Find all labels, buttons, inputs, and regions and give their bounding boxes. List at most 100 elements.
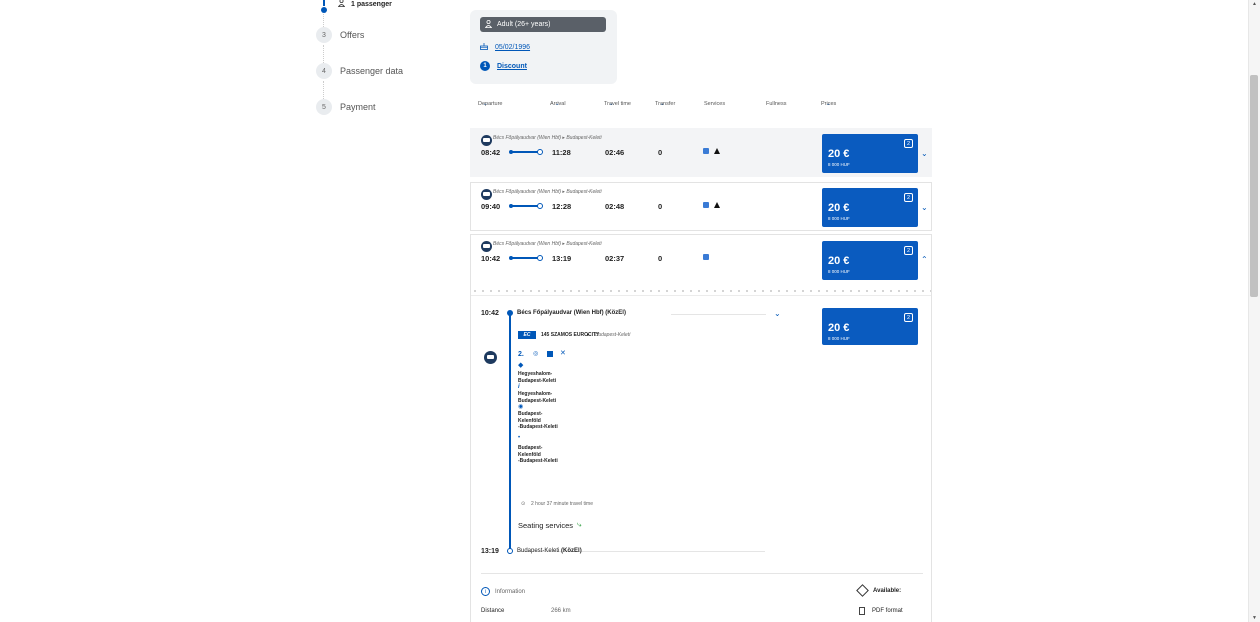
arrival-station-name: Budapest-Keleti xyxy=(517,548,560,554)
train-icon xyxy=(484,351,497,364)
timeline-end-dot xyxy=(507,548,513,554)
offer-card[interactable]: Bécs Főpályaudvar (Wien Hbf) ▸ Budapest-… xyxy=(471,235,931,284)
distance-label: Distance xyxy=(481,608,505,614)
price-eur: 20 € xyxy=(828,202,850,214)
scroll-up-icon[interactable]: ▲ xyxy=(1252,1,1257,7)
chevron-down-icon[interactable]: ⌄ xyxy=(774,309,781,318)
price-huf: 8 000 HUF xyxy=(828,269,850,274)
eurocity-badge: EC xyxy=(518,331,536,339)
sort-prices[interactable]: Prices ⌄ xyxy=(821,101,836,107)
segment-name: Budapest- Kelenföld -Budapest-Keleti xyxy=(518,445,558,464)
arrival-station: Budapest-Keleti (KözEl) xyxy=(517,548,582,554)
information-label: Information xyxy=(495,588,526,595)
price-huf: 8 000 HUF xyxy=(828,336,850,341)
expand-chevron-icon[interactable]: ⌄ xyxy=(921,149,928,158)
step-passenger-data[interactable]: 4 Passenger data xyxy=(316,63,403,79)
passenger-type-button[interactable]: Adult (26+ years) xyxy=(480,17,606,32)
document-icon xyxy=(859,607,865,615)
travel-time: 02:48 xyxy=(605,202,625,211)
price-huf: 8 000 HUF xyxy=(828,216,850,221)
expand-chevron-icon[interactable]: ⌄ xyxy=(921,203,928,212)
birth-date-link[interactable]: 05/02/1996 xyxy=(480,42,607,52)
expanded-offer: Bécs Főpályaudvar (Wien Hbf) ▸ Budapest-… xyxy=(470,234,932,622)
segment-name: Hegyeshalom- Budapest-Keleti xyxy=(518,391,557,404)
offer-count-badge: 2 xyxy=(904,139,913,148)
discount-link[interactable]: 1 Discount xyxy=(480,61,607,71)
seat-reservation-icon xyxy=(703,254,709,260)
divider xyxy=(471,295,931,296)
information-section[interactable]: i Information xyxy=(481,587,525,596)
scroll-down-icon[interactable]: ▼ xyxy=(1252,615,1257,621)
journey-line xyxy=(509,149,543,155)
offer-count-badge: 2 xyxy=(904,313,913,322)
seat-reservation-icon xyxy=(547,351,553,357)
passenger-type-label: Adult (26+ years) xyxy=(497,21,551,28)
travel-time: 02:46 xyxy=(605,148,625,157)
sort-departure[interactable]: Departure ⌄ xyxy=(478,101,502,107)
scrollbar-thumb[interactable] xyxy=(1250,75,1258,297)
offer-count-badge: 2 xyxy=(904,246,913,255)
bicycle-icon: ◆ xyxy=(518,362,524,369)
divider xyxy=(481,573,923,574)
price-button[interactable]: 20 € 8 000 HUF 2 xyxy=(822,241,918,280)
sort-transfer[interactable]: Transfer ⌄ xyxy=(655,101,675,107)
sort-travel-time[interactable]: Travel time ⌄ xyxy=(604,101,631,107)
step-offers[interactable]: 3 Offers xyxy=(316,27,364,43)
offer-card[interactable]: Bécs Főpályaudvar (Wien Hbf) ▸ Budapest-… xyxy=(470,182,932,231)
sort-arrival[interactable]: Arrival ⌄ xyxy=(550,101,566,107)
step-connector xyxy=(323,45,324,63)
person-icon xyxy=(484,19,493,30)
segment-name: Budapest- Kelenföld -Budapest-Keleti xyxy=(518,411,558,430)
discount-count-badge: 1 xyxy=(480,61,490,71)
passenger-count[interactable]: 1 passenger xyxy=(337,0,392,9)
price-eur: 20 € xyxy=(828,322,850,334)
price-button[interactable]: 20 € 8 000 HUF 2 xyxy=(822,188,918,227)
ticket-icon xyxy=(856,584,869,597)
distance-value: 266 km xyxy=(551,608,571,614)
seating-services: Seating services xyxy=(518,521,574,530)
divider xyxy=(671,314,766,315)
segment-name: Hegyeshalom- Budapest-Keleti xyxy=(518,371,557,384)
price-button[interactable]: 20 € 8 000 HUF 2 xyxy=(822,134,918,173)
pdf-format-option[interactable]: PDF format xyxy=(859,607,903,615)
offer-route: Bécs Főpályaudvar (Wien Hbf) ▸ Budapest-… xyxy=(493,189,602,195)
header-services: Services xyxy=(704,101,726,107)
seat-reservation-icon xyxy=(703,148,709,154)
arrival-time: 11:28 xyxy=(552,148,571,157)
train-destination: Budapest-Keleti xyxy=(595,332,631,338)
step-number: 5 xyxy=(316,99,332,115)
seat-reservation-icon xyxy=(703,202,709,208)
journey-line xyxy=(509,255,543,261)
available-label: Available: xyxy=(873,587,902,594)
step-connector xyxy=(323,81,324,99)
step-number: 3 xyxy=(316,27,332,43)
discount-label: Discount xyxy=(497,62,527,70)
departure-time: 10:42 xyxy=(481,254,501,263)
train-icon xyxy=(481,241,492,252)
price-eur: 20 € xyxy=(828,255,850,267)
arrival-station-suffix: (KözEl) xyxy=(561,548,582,554)
vertical-scrollbar[interactable]: ▲ ▼ xyxy=(1248,0,1260,622)
seat-icon: ⤷ xyxy=(577,520,582,529)
offer-card[interactable]: Bécs Főpályaudvar (Wien Hbf) ▸ Budapest-… xyxy=(470,128,932,177)
active-step-line xyxy=(323,0,325,6)
train-name: 145 SZAMOS EUROCITY xyxy=(541,332,600,338)
price-huf: 8 000 HUF xyxy=(828,162,850,167)
travel-time: 02:37 xyxy=(605,254,625,263)
arrow-right-icon: ▸ xyxy=(587,332,590,338)
collapse-chevron-icon[interactable]: ⌃ xyxy=(921,255,928,264)
departure-station: Bécs Főpályaudvar (Wien Hbf) (KözEl) xyxy=(517,310,626,316)
offer-route: Bécs Főpályaudvar (Wien Hbf) ▸ Budapest-… xyxy=(493,241,602,247)
journey-line xyxy=(509,203,543,209)
available-tickets: Available: xyxy=(856,584,902,597)
price-button[interactable]: 20 € 8 000 HUF 2 xyxy=(822,308,918,345)
arrival-time: 12:28 xyxy=(552,202,572,211)
price-eur: 20 € xyxy=(828,148,850,160)
transfer-count: 0 xyxy=(658,148,663,157)
step-payment[interactable]: 5 Payment xyxy=(316,99,376,115)
journey-timeline xyxy=(509,313,511,551)
birth-date: 05/02/1996 xyxy=(495,43,531,51)
train-icon xyxy=(481,189,492,200)
header-label: Departure xyxy=(478,101,503,107)
header-label: Prices xyxy=(821,101,837,107)
